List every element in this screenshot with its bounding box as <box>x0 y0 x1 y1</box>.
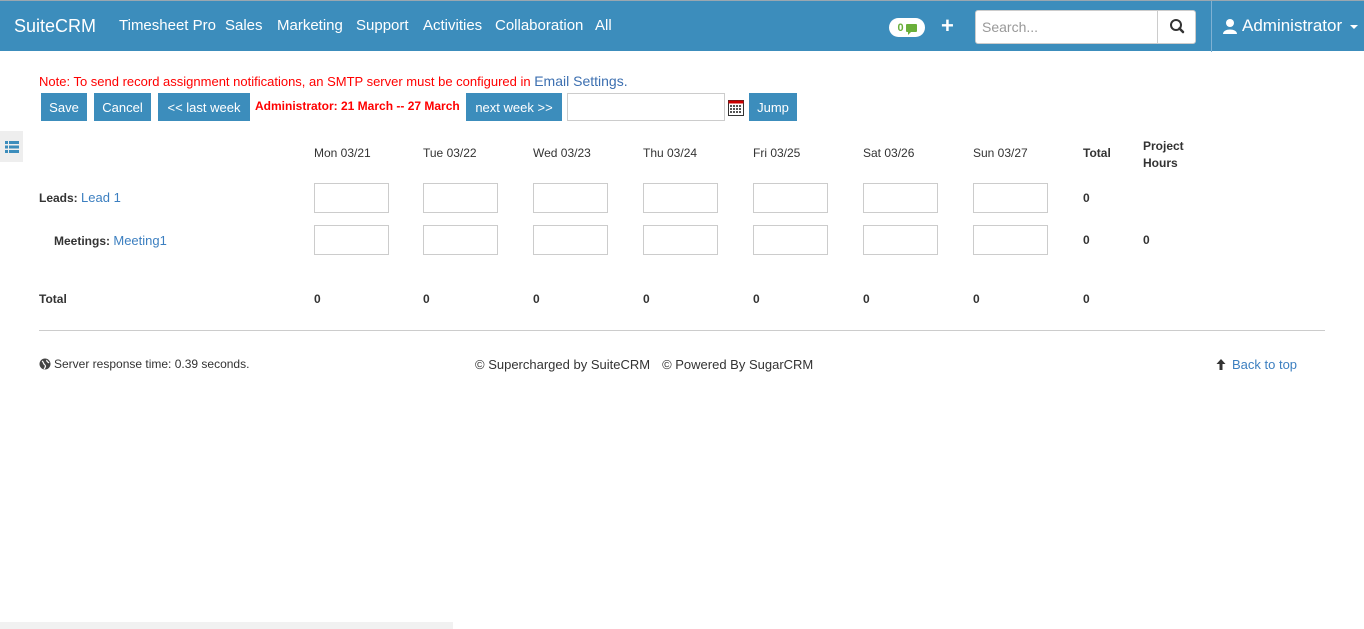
week-range-label: Administrator: 21 March -- 27 March <box>255 99 460 113</box>
nav-sales[interactable]: Sales <box>225 17 263 34</box>
meeting-link[interactable]: Meeting1 <box>113 233 166 248</box>
search-button[interactable] <box>1157 11 1195 43</box>
column-header-tue: Tue 03/22 <box>423 146 477 160</box>
chat-bubble-icon <box>905 23 917 35</box>
save-button[interactable]: Save <box>41 93 87 121</box>
column-header-sun: Sun 03/27 <box>973 146 1028 160</box>
search-form <box>975 10 1196 44</box>
hours-input-lead-sun[interactable] <box>973 183 1048 213</box>
column-header-total: Total <box>1083 146 1111 160</box>
total-sat: 0 <box>863 292 870 306</box>
hours-input-lead-wed[interactable] <box>533 183 608 213</box>
list-icon <box>4 140 19 153</box>
column-header-sat: Sat 03/26 <box>863 146 915 160</box>
arrow-up-icon <box>1216 359 1226 370</box>
globe-icon <box>39 358 51 370</box>
last-week-button[interactable]: << last week <box>158 93 250 121</box>
calendar-icon[interactable] <box>728 100 744 116</box>
jump-button[interactable]: Jump <box>749 93 797 121</box>
hours-input-meeting-mon[interactable] <box>314 225 389 255</box>
total-sun: 0 <box>973 292 980 306</box>
user-icon <box>1223 19 1237 34</box>
hours-input-lead-thu[interactable] <box>643 183 718 213</box>
nav-divider <box>1211 1 1212 52</box>
notifications-button[interactable]: 0 <box>889 18 925 37</box>
nav-all[interactable]: All <box>595 17 612 34</box>
row-type: Leads: <box>39 191 78 205</box>
server-response-time: Server response time: 0.39 seconds. <box>39 357 249 371</box>
powered-by-link[interactable]: © Powered By SugarCRM <box>662 357 813 372</box>
hours-input-meeting-tue[interactable] <box>423 225 498 255</box>
hours-input-meeting-fri[interactable] <box>753 225 828 255</box>
hours-input-meeting-wed[interactable] <box>533 225 608 255</box>
total-fri: 0 <box>753 292 760 306</box>
column-header-thu: Thu 03/24 <box>643 146 698 160</box>
next-week-button[interactable]: next week >> <box>466 93 562 121</box>
smtp-notice: Note: To send record assignment notifica… <box>39 73 628 89</box>
row-type: Meetings: <box>54 234 111 248</box>
nav-collaboration[interactable]: Collaboration <box>495 17 583 34</box>
quick-create-plus-icon[interactable]: + <box>941 13 954 39</box>
cancel-button[interactable]: Cancel <box>94 93 151 121</box>
project-hours-line1: Project <box>1143 139 1184 153</box>
nav-activities[interactable]: Activities <box>423 17 482 34</box>
horizontal-scrollbar[interactable] <box>0 622 453 629</box>
row-total: 0 <box>1083 233 1090 247</box>
hours-input-lead-mon[interactable] <box>314 183 389 213</box>
totals-label: Total <box>39 292 67 306</box>
grand-total: 0 <box>1083 292 1090 306</box>
total-wed: 0 <box>533 292 540 306</box>
supercharged-link[interactable]: © Supercharged by SuiteCRM <box>475 357 650 372</box>
brand-logo[interactable]: SuiteCRM <box>14 16 96 37</box>
nav-timesheet-pro[interactable]: Timesheet Pro <box>119 17 216 34</box>
sidebar-toggle[interactable] <box>0 131 23 162</box>
row-project-hours: 0 <box>1143 233 1150 247</box>
table-row-label: Meetings: Meeting1 <box>54 233 167 248</box>
project-hours-line2: Hours <box>1143 156 1178 170</box>
hours-input-meeting-sat[interactable] <box>863 225 938 255</box>
back-to-top-text: Back to top <box>1232 357 1298 372</box>
email-settings-link[interactable]: Email Settings. <box>534 73 627 89</box>
footer-divider <box>39 330 1325 331</box>
response-time-text: Server response time: 0.39 seconds. <box>54 357 250 371</box>
notification-count: 0 <box>897 21 904 34</box>
hours-input-lead-tue[interactable] <box>423 183 498 213</box>
hours-input-lead-sat[interactable] <box>863 183 938 213</box>
search-input[interactable] <box>976 11 1157 43</box>
total-tue: 0 <box>423 292 430 306</box>
table-row-label: Leads: Lead 1 <box>39 190 121 205</box>
column-header-mon: Mon 03/21 <box>314 146 371 160</box>
lead-link[interactable]: Lead 1 <box>81 190 121 205</box>
notice-text: Note: To send record assignment notifica… <box>39 74 535 89</box>
hours-input-meeting-sun[interactable] <box>973 225 1048 255</box>
top-navbar: SuiteCRM Timesheet Pro Sales Marketing S… <box>0 0 1364 52</box>
caret-down-icon <box>1350 25 1359 29</box>
jump-date-input[interactable] <box>567 93 725 121</box>
hours-input-lead-fri[interactable] <box>753 183 828 213</box>
total-mon: 0 <box>314 292 321 306</box>
back-to-top-link[interactable]: Back to top <box>1216 357 1297 372</box>
row-total: 0 <box>1083 191 1090 205</box>
search-icon <box>1170 19 1185 34</box>
column-header-wed: Wed 03/23 <box>533 146 591 160</box>
column-header-fri: Fri 03/25 <box>753 146 801 160</box>
nav-marketing[interactable]: Marketing <box>277 17 343 34</box>
hours-input-meeting-thu[interactable] <box>643 225 718 255</box>
footer-credits: © Supercharged by SuiteCRM © Powered By S… <box>475 357 813 372</box>
user-name: Administrator <box>1242 16 1343 35</box>
total-thu: 0 <box>643 292 650 306</box>
column-header-project-hours: Project Hours <box>1143 138 1184 172</box>
user-menu[interactable]: Administrator <box>1222 16 1359 36</box>
nav-support[interactable]: Support <box>356 17 409 34</box>
